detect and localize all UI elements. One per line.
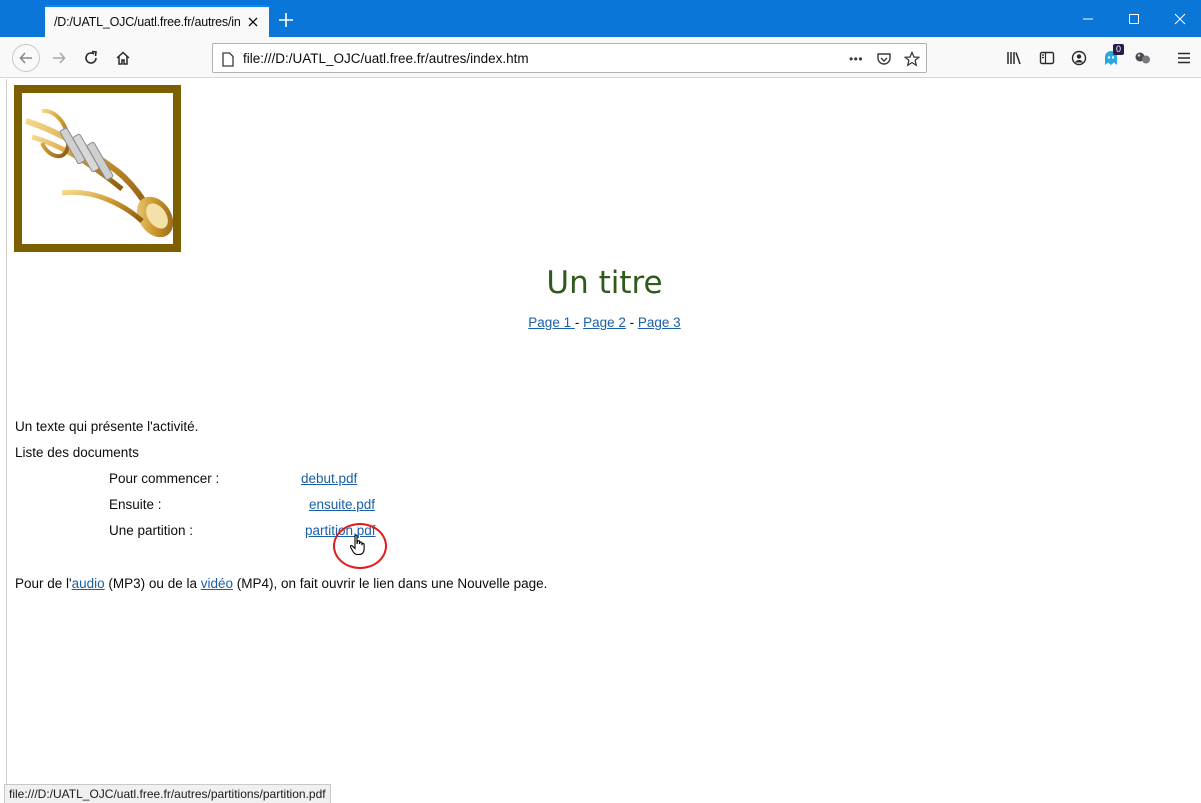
media-text-suffix: (MP4), on fait ouvrir le lien dans une N… bbox=[233, 576, 548, 591]
close-icon bbox=[1174, 13, 1186, 24]
tab-close-icon[interactable] bbox=[245, 14, 261, 30]
trumpet-icon bbox=[25, 108, 173, 238]
ensuite-pdf-link[interactable]: ensuite.pdf bbox=[309, 497, 375, 512]
page-3-link[interactable]: Page 3 bbox=[638, 315, 681, 330]
account-button[interactable] bbox=[1065, 44, 1093, 72]
document-label-start: Pour commencer : bbox=[109, 471, 220, 486]
home-icon bbox=[116, 51, 130, 65]
hand-cursor-icon bbox=[349, 534, 365, 556]
trumpet-image bbox=[22, 93, 173, 244]
status-bar: file:///D:/UATL_OJC/uatl.free.fr/autres/… bbox=[4, 784, 331, 803]
sidebar-icon bbox=[1039, 51, 1055, 65]
page-navigation: Page 1 - Page 2 - Page 3 bbox=[7, 315, 1201, 330]
extension-2-button[interactable] bbox=[1129, 44, 1157, 72]
media-text-middle: (MP3) ou de la bbox=[104, 576, 201, 591]
back-button[interactable] bbox=[12, 44, 40, 72]
extension-button[interactable]: 0 bbox=[1097, 44, 1125, 72]
reload-button[interactable] bbox=[77, 44, 105, 72]
hamburger-menu-icon bbox=[1178, 52, 1190, 64]
maximize-button[interactable] bbox=[1111, 0, 1157, 37]
tab-active[interactable]: /D:/UATL_OJC/uatl.free.fr/autres/index.h… bbox=[45, 5, 269, 37]
page-icon bbox=[219, 50, 237, 68]
tab-bar: /D:/UATL_OJC/uatl.free.fr/autres/index.h… bbox=[0, 0, 1201, 37]
documents-heading: Liste des documents bbox=[15, 445, 139, 460]
notification-badge: 0 bbox=[1113, 44, 1125, 55]
library-button[interactable] bbox=[1001, 44, 1029, 72]
url-text[interactable]: file:///D:/UATL_OJC/uatl.free.fr/autres/… bbox=[243, 51, 529, 66]
page-title: Un titre bbox=[546, 265, 663, 301]
video-link[interactable]: vidéo bbox=[201, 576, 233, 591]
nav-separator-1: - bbox=[574, 315, 584, 330]
audio-link[interactable]: audio bbox=[72, 576, 105, 591]
url-bar[interactable]: file:///D:/UATL_OJC/uatl.free.fr/autres/… bbox=[212, 43, 927, 73]
arrow-left-icon bbox=[19, 52, 32, 64]
forward-button[interactable] bbox=[45, 44, 73, 72]
intro-text: Un texte qui présente l'activité. bbox=[15, 419, 199, 434]
nav-separator-2: - bbox=[625, 315, 638, 330]
tab-title: /D:/UATL_OJC/uatl.free.fr/autres/index.h… bbox=[54, 15, 240, 29]
minimize-icon bbox=[1083, 18, 1093, 19]
new-tab-icon[interactable] bbox=[276, 10, 296, 30]
media-text-prefix: Pour de l' bbox=[15, 576, 72, 591]
pocket-icon[interactable] bbox=[875, 50, 893, 68]
document-label-next: Ensuite : bbox=[109, 497, 162, 512]
arrow-right-icon bbox=[53, 52, 66, 64]
debut-pdf-link[interactable]: debut.pdf bbox=[301, 471, 357, 486]
home-button[interactable] bbox=[109, 44, 137, 72]
page-content: Un titre Page 1 - Page 2 - Page 3 Un tex… bbox=[6, 79, 1201, 803]
maximize-icon bbox=[1129, 13, 1139, 24]
trumpet-image-frame bbox=[14, 85, 181, 252]
navigation-toolbar: file:///D:/UATL_OJC/uatl.free.fr/autres/… bbox=[0, 37, 1201, 78]
page-2-link[interactable]: Page 2 bbox=[583, 315, 626, 330]
document-label-score: Une partition : bbox=[109, 523, 194, 538]
close-window-button[interactable] bbox=[1157, 0, 1201, 37]
library-icon bbox=[1007, 52, 1021, 65]
sidebar-button[interactable] bbox=[1033, 44, 1061, 72]
page-1-link[interactable]: Page 1 bbox=[528, 315, 575, 330]
account-icon bbox=[1071, 50, 1087, 66]
minimize-button[interactable] bbox=[1065, 0, 1111, 37]
page-actions-icon[interactable]: ••• bbox=[847, 50, 865, 68]
star-icon[interactable] bbox=[903, 50, 921, 68]
balls-extension-icon bbox=[1135, 52, 1150, 64]
reload-icon bbox=[85, 50, 97, 64]
media-text: Pour de l'audio (MP3) ou de la vidéo (MP… bbox=[15, 576, 547, 591]
menu-button[interactable] bbox=[1170, 44, 1198, 72]
